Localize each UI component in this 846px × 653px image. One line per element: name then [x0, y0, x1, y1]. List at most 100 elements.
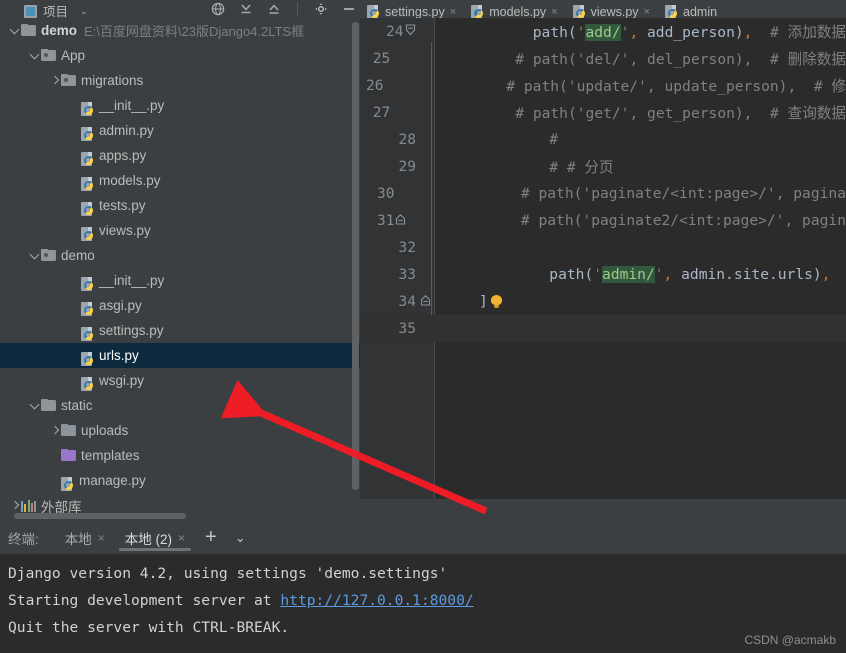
- python-file-icon: [471, 5, 484, 18]
- tree-item-apps-py[interactable]: apps.py: [0, 143, 360, 168]
- terminal-tab-label: 本地 (2): [124, 531, 173, 547]
- tree-item-views-py[interactable]: views.py: [0, 218, 360, 243]
- tree-item-wsgi-py[interactable]: wsgi.py: [0, 368, 360, 393]
- chevron-right-icon[interactable]: [48, 424, 61, 437]
- tree-item-demo[interactable]: demo: [0, 243, 360, 268]
- code-line-25[interactable]: 25 # path('del/', del_person), # 删除数据: [360, 45, 846, 72]
- editor-tab-models-py[interactable]: models.py ×: [464, 0, 565, 18]
- server-url-link[interactable]: http://127.0.0.1:8000/: [280, 592, 473, 609]
- tree-item-models-py[interactable]: models.py: [0, 168, 360, 193]
- terminal-panel[interactable]: 终端: 本地 × 本地 (2) × + ⌄ Django version 4.2, u…: [0, 521, 846, 653]
- chevron-down-icon[interactable]: [28, 49, 41, 62]
- editor-tab-admin[interactable]: admin: [658, 0, 725, 18]
- terminal-output[interactable]: Django version 4.2, using settings 'demo…: [0, 554, 846, 653]
- intention-bulb-icon[interactable]: [490, 295, 502, 308]
- python-file-icon: [81, 326, 94, 341]
- line-number: 35: [398, 320, 416, 337]
- tree-item-settings-py[interactable]: settings.py: [0, 318, 360, 343]
- python-file-icon: [81, 101, 94, 116]
- code-line-29[interactable]: 29 # # 分页: [360, 153, 846, 180]
- tree-item-demo[interactable]: demo E:\百度网盘资料\23版Django4.2LTS框: [0, 18, 360, 43]
- code-line-26[interactable]: 26 # path('update/', update_person), # 修: [360, 72, 846, 99]
- code-line-32[interactable]: 32: [360, 234, 846, 261]
- chevron-right-icon[interactable]: [48, 74, 61, 87]
- close-icon[interactable]: ×: [644, 6, 650, 18]
- code-line-27[interactable]: 27 # path('get/', get_person), # 查询数据: [360, 99, 846, 126]
- minimize-icon[interactable]: [342, 2, 356, 16]
- chevron-down-icon[interactable]: [28, 399, 41, 412]
- python-file-icon: [81, 376, 94, 391]
- code-token: # path('del/', del_person), # 删除数据: [444, 51, 846, 68]
- fold-region-icon[interactable]: [395, 213, 406, 228]
- tree-item-label: templates: [81, 448, 140, 463]
- globe-icon[interactable]: [211, 2, 225, 16]
- close-icon[interactable]: ×: [98, 531, 105, 545]
- folder-icon: [61, 424, 76, 437]
- code-token: path(: [532, 24, 577, 41]
- top-strip: 项目 ⌄ settings.py × models.py × views.py × admi…: [0, 0, 846, 18]
- tree-item-asgi-py[interactable]: asgi.py: [0, 293, 360, 318]
- python-file-icon: [572, 5, 586, 18]
- tree-item-label: uploads: [81, 423, 129, 438]
- fold-region-icon[interactable]: [416, 294, 434, 309]
- settings-gear-icon[interactable]: [314, 2, 328, 16]
- new-terminal-tab-button[interactable]: +: [195, 527, 227, 547]
- tree-item-label: migrations: [81, 73, 144, 88]
- close-icon[interactable]: ×: [551, 6, 557, 18]
- tree-item-templates[interactable]: templates: [0, 443, 360, 468]
- tree-item-manage-py[interactable]: manage.py: [0, 468, 360, 493]
- editor-tab-label: settings.py: [385, 5, 445, 18]
- tree-item-__init__-py[interactable]: __init__.py: [0, 93, 360, 118]
- terminal-tab-label: 本地: [64, 531, 92, 547]
- toolwindow-actions: [211, 0, 356, 18]
- editor-tab-settings-py[interactable]: settings.py ×: [360, 0, 464, 18]
- tree-item-static[interactable]: static: [0, 393, 360, 418]
- code-line-33[interactable]: 33 path('admin/', admin.site.urls),: [360, 261, 846, 288]
- tree-item-label: demo: [61, 248, 95, 263]
- close-icon[interactable]: ×: [178, 531, 185, 545]
- tree-item-urls-py[interactable]: urls.py: [0, 343, 360, 368]
- code-token: ,: [629, 24, 639, 41]
- expand-all-icon[interactable]: [267, 2, 281, 16]
- tree-item-__init__-py[interactable]: __init__.py: [0, 268, 360, 293]
- tree-vertical-scrollbar[interactable]: [352, 22, 359, 490]
- chevron-right-icon[interactable]: [8, 499, 21, 512]
- collapse-all-icon[interactable]: [239, 2, 253, 16]
- chevron-down-icon[interactable]: [28, 249, 41, 262]
- code-line-28[interactable]: 28 #: [360, 126, 846, 153]
- tree-item-uploads[interactable]: uploads: [0, 418, 360, 443]
- chevron-down-icon[interactable]: ⌄: [80, 6, 88, 17]
- terminal-tab-1[interactable]: 本地 ×: [55, 521, 115, 554]
- tree-item-migrations[interactable]: migrations: [0, 68, 360, 93]
- code-line-34[interactable]: 34]: [360, 288, 846, 315]
- chevron-down-icon[interactable]: [8, 24, 21, 37]
- code-text: # path('update/', update_person), # 修: [436, 75, 846, 96]
- code-token: # # 分页: [479, 159, 614, 176]
- project-tree-panel[interactable]: demo E:\百度网盘资料\23版Django4.2LTS框 App migrati…: [0, 18, 360, 521]
- code-line-35[interactable]: 35: [360, 315, 846, 342]
- code-line-30[interactable]: 30 # path('paginate/<int:page>/', pagina: [360, 180, 846, 207]
- terminal-tab-2[interactable]: 本地 (2) ×: [115, 521, 195, 554]
- editor-tab-views-py[interactable]: views.py ×: [566, 0, 658, 18]
- line-number: 30: [377, 185, 395, 202]
- close-icon[interactable]: ×: [450, 6, 456, 18]
- line-number: 24: [386, 23, 404, 40]
- code-line-31[interactable]: 31 # path('paginate2/<int:page>/', pagin: [360, 207, 846, 234]
- tree-item-tests-py[interactable]: tests.py: [0, 193, 360, 218]
- tree-item-app[interactable]: App: [0, 43, 360, 68]
- terminal-output-line: Django version 4.2, using settings 'demo…: [8, 560, 846, 587]
- terminal-options-chevron-down-icon[interactable]: ⌄: [227, 530, 254, 546]
- python-file-icon: [367, 5, 380, 18]
- tree-horizontal-scrollbar[interactable]: [14, 513, 186, 519]
- code-editor[interactable]: 24 path('add/', add_person), # 添加数据 25 # …: [360, 18, 846, 521]
- code-token: ': [654, 266, 664, 283]
- tree-item-admin-py[interactable]: admin.py: [0, 118, 360, 143]
- code-line-24[interactable]: 24 path('add/', add_person), # 添加数据: [360, 18, 846, 45]
- fold-collapse-icon[interactable]: [403, 24, 417, 39]
